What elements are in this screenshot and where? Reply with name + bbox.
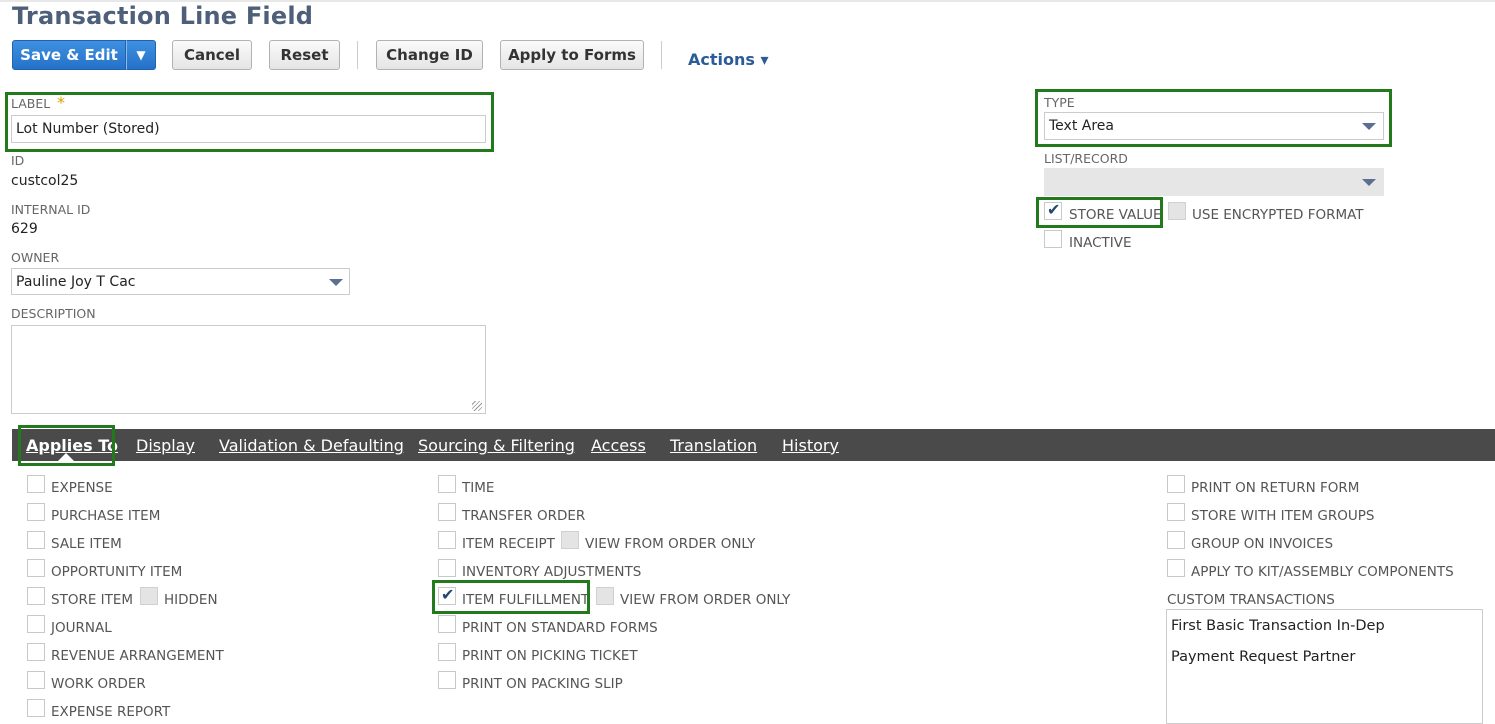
expense-checkbox[interactable] <box>27 475 45 493</box>
custom-transaction-item[interactable]: First Basic Transaction In-Dep <box>1171 618 1385 634</box>
item-receipt-view-from-order-only-checkbox[interactable] <box>561 531 579 549</box>
id-value: custcol25 <box>11 173 79 189</box>
expense-report-label: EXPENSE REPORT <box>51 704 171 720</box>
print-on-picking-ticket-label: PRINT ON PICKING TICKET <box>462 648 638 664</box>
tab-display[interactable]: Display <box>136 436 195 455</box>
owner-select[interactable]: Pauline Joy T Cac <box>11 268 350 295</box>
expense-label: EXPENSE <box>51 480 113 496</box>
description-label: DESCRIPTION <box>11 306 96 321</box>
expense-report-checkbox[interactable] <box>27 699 45 717</box>
group-on-invoices-label: GROUP ON INVOICES <box>1191 536 1334 552</box>
opportunity-item-label: OPPORTUNITY ITEM <box>51 564 183 580</box>
transfer-order-label: TRANSFER ORDER <box>462 508 586 524</box>
item-receipt-label: ITEM RECEIPT <box>462 536 555 552</box>
apply-to-kit-assembly-checkbox[interactable] <box>1167 559 1185 577</box>
page-title: Transaction Line Field <box>12 2 314 30</box>
item-fulfillment-highlight <box>432 580 590 614</box>
actions-menu[interactable]: Actions ▾ <box>688 50 769 69</box>
tab-history[interactable]: History <box>782 436 839 455</box>
resize-handle-icon[interactable] <box>472 401 482 411</box>
store-item-label: STORE ITEM <box>51 592 134 608</box>
internal-id-label: INTERNAL ID <box>11 202 91 217</box>
use-encrypted-format-label: USE ENCRYPTED FORMAT <box>1192 207 1364 223</box>
print-on-packing-slip-checkbox[interactable] <box>438 671 456 689</box>
opportunity-item-checkbox[interactable] <box>27 559 45 577</box>
time-checkbox[interactable] <box>438 475 456 493</box>
print-on-standard-forms-label: PRINT ON STANDARD FORMS <box>462 620 658 636</box>
purchase-item-checkbox[interactable] <box>27 503 45 521</box>
store-item-checkbox[interactable] <box>27 587 45 605</box>
journal-label: JOURNAL <box>51 620 112 636</box>
use-encrypted-format-checkbox[interactable] <box>1168 202 1186 220</box>
tab-sourcing-filtering[interactable]: Sourcing & Filtering <box>418 436 575 455</box>
revenue-arrangement-label: REVENUE ARRANGEMENT <box>51 648 224 664</box>
item-fulfillment-view-from-order-only-label: VIEW FROM ORDER ONLY <box>620 592 791 608</box>
description-textarea[interactable] <box>11 325 486 414</box>
save-dropdown-button[interactable]: ▼ <box>126 40 156 70</box>
hidden-label: HIDDEN <box>164 592 218 608</box>
group-on-invoices-checkbox[interactable] <box>1167 531 1185 549</box>
print-on-standard-forms-checkbox[interactable] <box>438 615 456 633</box>
toolbar-separator <box>661 41 662 69</box>
print-on-packing-slip-label: PRINT ON PACKING SLIP <box>462 676 623 692</box>
owner-value: Pauline Joy T Cac <box>16 273 136 290</box>
tab-access[interactable]: Access <box>591 436 646 455</box>
label-highlight <box>5 92 494 152</box>
list-record-label: LIST/RECORD <box>1044 151 1128 166</box>
change-id-button[interactable]: Change ID <box>376 40 483 70</box>
toolbar-separator <box>357 41 358 69</box>
reset-button[interactable]: Reset <box>269 40 340 70</box>
save-edit-button[interactable]: Save & Edit <box>12 40 126 70</box>
print-on-return-form-checkbox[interactable] <box>1167 475 1185 493</box>
apply-to-kit-assembly-label: APPLY TO KIT/ASSEMBLY COMPONENTS <box>1191 564 1454 580</box>
list-record-select[interactable] <box>1044 168 1384 196</box>
internal-id-value: 629 <box>11 221 38 237</box>
inactive-checkbox[interactable] <box>1044 230 1062 248</box>
item-receipt-checkbox[interactable] <box>438 531 456 549</box>
time-label: TIME <box>462 480 495 496</box>
transfer-order-checkbox[interactable] <box>438 503 456 521</box>
inactive-label: INACTIVE <box>1069 235 1132 251</box>
purchase-item-label: PURCHASE ITEM <box>51 508 161 524</box>
work-order-label: WORK ORDER <box>51 676 146 692</box>
item-receipt-view-from-order-only-label: VIEW FROM ORDER ONLY <box>585 536 756 552</box>
inventory-adjustments-checkbox[interactable] <box>438 559 456 577</box>
type-highlight <box>1035 89 1392 147</box>
store-value-highlight <box>1036 197 1163 228</box>
store-with-item-groups-checkbox[interactable] <box>1167 503 1185 521</box>
print-on-picking-ticket-checkbox[interactable] <box>438 643 456 661</box>
journal-checkbox[interactable] <box>27 615 45 633</box>
chevron-down-icon[interactable] <box>1362 179 1376 186</box>
chevron-down-icon[interactable] <box>329 279 343 286</box>
sale-item-label: SALE ITEM <box>51 536 122 552</box>
owner-label: OWNER <box>11 250 60 265</box>
item-fulfillment-view-from-order-only-checkbox[interactable] <box>596 587 614 605</box>
apply-to-forms-button[interactable]: Apply to Forms <box>500 40 644 70</box>
hidden-checkbox[interactable] <box>140 587 158 605</box>
sale-item-checkbox[interactable] <box>27 531 45 549</box>
tab-translation[interactable]: Translation <box>670 436 757 455</box>
print-on-return-form-label: PRINT ON RETURN FORM <box>1191 480 1360 496</box>
store-with-item-groups-label: STORE WITH ITEM GROUPS <box>1191 508 1375 524</box>
revenue-arrangement-checkbox[interactable] <box>27 643 45 661</box>
tab-validation-defaulting[interactable]: Validation & Defaulting <box>219 436 404 455</box>
inventory-adjustments-label: INVENTORY ADJUSTMENTS <box>462 564 642 580</box>
cancel-button[interactable]: Cancel <box>172 40 252 70</box>
id-label: ID <box>11 153 25 168</box>
active-tab-pointer <box>58 453 74 461</box>
work-order-checkbox[interactable] <box>27 671 45 689</box>
custom-transactions-label: CUSTOM TRANSACTIONS <box>1167 592 1335 608</box>
custom-transaction-item[interactable]: Payment Request Partner <box>1171 649 1355 665</box>
